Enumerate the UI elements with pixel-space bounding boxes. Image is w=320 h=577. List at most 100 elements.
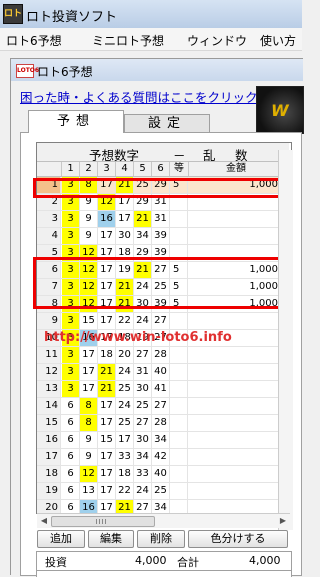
number-cell[interactable]: 17 (116, 432, 134, 448)
number-cell[interactable]: 34 (152, 500, 170, 513)
number-cell[interactable]: 41 (152, 381, 170, 397)
number-cell[interactable]: 27 (134, 500, 152, 513)
menu-miniloto-forecast[interactable]: ミニロト予想 (92, 32, 164, 49)
menu-how-to-use[interactable]: 使い方 (260, 32, 296, 49)
number-cell[interactable]: 30 (116, 228, 134, 244)
number-cell[interactable]: 25 (134, 398, 152, 414)
row-number[interactable]: 4 (37, 228, 61, 244)
table-row[interactable]: 9 3 15 17 22 24 27 (37, 313, 289, 330)
number-cell[interactable]: 6 (62, 432, 80, 448)
number-cell[interactable]: 17 (98, 466, 116, 482)
row-number[interactable]: 15 (37, 415, 61, 431)
amount-cell[interactable] (189, 228, 283, 244)
number-cell[interactable]: 22 (116, 483, 134, 499)
number-cell[interactable]: 27 (152, 398, 170, 414)
number-cell[interactable]: 27 (134, 347, 152, 363)
grade-cell[interactable] (170, 432, 188, 448)
number-cell[interactable]: 17 (98, 500, 116, 513)
number-cell[interactable]: 21 (116, 500, 134, 513)
grade-cell[interactable] (170, 398, 188, 414)
number-cell[interactable]: 27 (152, 313, 170, 329)
amount-cell[interactable] (189, 449, 283, 465)
tab-settings[interactable]: 設定 (124, 114, 210, 133)
number-cell[interactable]: 33 (134, 466, 152, 482)
table-row[interactable]: 12 3 17 21 24 31 40 (37, 364, 289, 381)
column-header[interactable]: 2 (80, 162, 98, 176)
number-cell[interactable]: 28 (152, 347, 170, 363)
number-cell[interactable]: 17 (116, 211, 134, 227)
number-cell[interactable]: 18 (98, 347, 116, 363)
number-cell[interactable]: 25 (116, 381, 134, 397)
number-cell[interactable]: 28 (152, 415, 170, 431)
column-header[interactable]: 4 (116, 162, 134, 176)
row-number[interactable]: 13 (37, 381, 61, 397)
table-row[interactable]: 19 6 13 17 22 24 25 (37, 483, 289, 500)
amount-cell[interactable] (189, 415, 283, 431)
number-cell[interactable]: 21 (134, 211, 152, 227)
column-header-grade[interactable]: 等 (170, 162, 189, 176)
table-row[interactable]: 20 6 16 17 21 27 34 (37, 500, 289, 513)
grade-cell[interactable] (170, 313, 188, 329)
row-number[interactable]: 18 (37, 466, 61, 482)
number-cell[interactable]: 17 (98, 398, 116, 414)
menu-window[interactable]: ウィンドウ (187, 32, 247, 49)
number-cell[interactable]: 24 (116, 364, 134, 380)
grade-cell[interactable] (170, 415, 188, 431)
number-cell[interactable]: 21 (98, 364, 116, 380)
number-cell[interactable]: 21 (98, 381, 116, 397)
number-cell[interactable]: 3 (62, 313, 80, 329)
row-number[interactable]: 16 (37, 432, 61, 448)
app-title-bar[interactable]: ロト ロト投資ソフト (0, 0, 302, 29)
number-cell[interactable]: 15 (98, 432, 116, 448)
grade-cell[interactable] (170, 228, 188, 244)
row-number[interactable]: 3 (37, 211, 61, 227)
grade-cell[interactable] (170, 211, 188, 227)
amount-cell[interactable] (189, 432, 283, 448)
grade-cell[interactable] (170, 483, 188, 499)
number-cell[interactable]: 8 (80, 415, 98, 431)
number-cell[interactable]: 13 (80, 483, 98, 499)
scroll-thumb[interactable] (51, 516, 155, 527)
number-cell[interactable]: 27 (134, 415, 152, 431)
row-number[interactable]: 11 (37, 347, 61, 363)
number-cell[interactable]: 9 (80, 432, 98, 448)
number-cell[interactable]: 17 (98, 228, 116, 244)
number-cell[interactable]: 24 (134, 483, 152, 499)
amount-cell[interactable] (189, 364, 283, 380)
grade-cell[interactable] (170, 449, 188, 465)
table-row[interactable]: 18 6 12 17 18 33 40 (37, 466, 289, 483)
table-row[interactable]: 15 6 8 17 25 27 28 (37, 415, 289, 432)
edit-button[interactable]: 編集 (88, 530, 134, 548)
number-cell[interactable]: 20 (116, 347, 134, 363)
row-number[interactable]: 14 (37, 398, 61, 414)
number-cell[interactable]: 6 (62, 483, 80, 499)
row-number[interactable]: 12 (37, 364, 61, 380)
table-row[interactable]: 16 6 9 15 17 30 34 (37, 432, 289, 449)
column-header[interactable]: 1 (62, 162, 80, 176)
amount-cell[interactable] (189, 398, 283, 414)
number-cell[interactable]: 3 (62, 228, 80, 244)
column-header-amount[interactable]: 金額 (189, 162, 284, 176)
amount-cell[interactable] (189, 347, 283, 363)
number-cell[interactable]: 25 (116, 415, 134, 431)
column-header[interactable]: 3 (98, 162, 116, 176)
number-cell[interactable]: 15 (80, 313, 98, 329)
number-cell[interactable]: 25 (152, 483, 170, 499)
horizontal-scrollbar[interactable]: ◀ ▶ (37, 513, 290, 528)
amount-cell[interactable] (189, 483, 283, 499)
row-number[interactable]: 19 (37, 483, 61, 499)
table-row[interactable]: 4 3 9 17 30 34 39 (37, 228, 289, 245)
amount-cell[interactable] (189, 313, 283, 329)
delete-button[interactable]: 削除 (137, 530, 185, 548)
column-header[interactable]: 6 (152, 162, 170, 176)
number-cell[interactable]: 39 (152, 228, 170, 244)
number-cell[interactable]: 8 (80, 398, 98, 414)
scroll-right-icon[interactable]: ▶ (277, 515, 289, 526)
grade-cell[interactable] (170, 364, 188, 380)
number-cell[interactable]: 12 (80, 466, 98, 482)
number-cell[interactable]: 16 (80, 500, 98, 513)
vertical-scrollbar[interactable] (278, 150, 293, 530)
grade-cell[interactable] (170, 466, 188, 482)
number-cell[interactable]: 3 (62, 347, 80, 363)
number-cell[interactable]: 31 (152, 211, 170, 227)
